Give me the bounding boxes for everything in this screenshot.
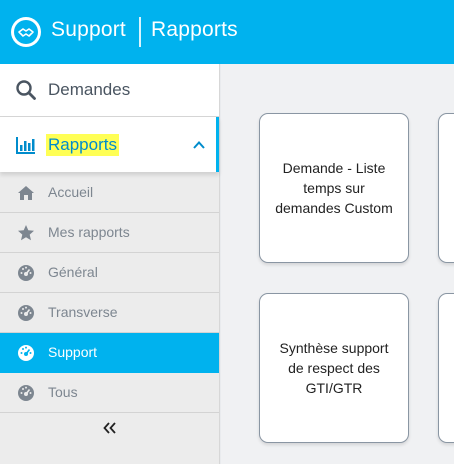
report-card[interactable]: Synthèse support de respect des GTI/GTR <box>259 293 409 443</box>
title-divider <box>139 17 141 47</box>
sidebar-item-transverse[interactable]: Transverse <box>0 293 219 333</box>
nav-item-demandes[interactable]: Demandes <box>0 64 219 117</box>
report-card-label: Demande - Liste temps sur demandes Custo… <box>275 160 393 216</box>
home-icon <box>18 186 34 200</box>
sidebar-item-label: Support <box>48 344 98 360</box>
sidebar-item-label: Général <box>48 264 98 280</box>
star-icon <box>18 225 34 241</box>
sidebar: Demandes Rapports Accueil Mes rapports G… <box>0 64 220 464</box>
sidebar-item-accueil[interactable]: Accueil <box>0 173 219 213</box>
sidebar-item-general[interactable]: Général <box>0 253 219 293</box>
collapse-sidebar-button[interactable] <box>0 413 219 443</box>
nav-item-label: Rapports <box>46 133 119 156</box>
report-card-label: Synthèse support de respect des GTI/GTR <box>279 340 389 396</box>
dashboard-icon <box>18 385 34 401</box>
search-icon <box>16 80 36 100</box>
top-header: Support Rapports <box>0 0 454 64</box>
sidebar-item-label: Tous <box>48 384 78 400</box>
support-logo-icon[interactable] <box>11 17 41 47</box>
sidebar-item-support[interactable]: Support <box>0 333 219 373</box>
report-card[interactable] <box>438 113 454 263</box>
nav-item-rapports[interactable]: Rapports <box>0 117 219 172</box>
sidebar-item-tous[interactable]: Tous <box>0 373 219 413</box>
report-grid: Demande - Liste temps sur demandes Custo… <box>221 64 454 464</box>
bar-chart-icon <box>16 136 35 154</box>
report-card[interactable] <box>438 293 454 443</box>
app-title[interactable]: Support <box>51 18 126 42</box>
dashboard-icon <box>18 345 34 361</box>
sidebar-item-mes-rapports[interactable]: Mes rapports <box>0 213 219 253</box>
page-title: Rapports <box>151 18 238 41</box>
double-chevron-left-icon <box>102 422 116 434</box>
sidebar-item-label: Accueil <box>48 184 94 200</box>
chevron-up-icon[interactable] <box>192 138 206 152</box>
dashboard-icon <box>18 305 34 321</box>
nav-item-label: Demandes <box>48 80 131 99</box>
dashboard-icon <box>18 265 34 281</box>
sidebar-item-label: Transverse <box>48 304 118 320</box>
report-card[interactable]: Demande - Liste temps sur demandes Custo… <box>259 113 409 263</box>
sidebar-item-label: Mes rapports <box>48 224 130 240</box>
